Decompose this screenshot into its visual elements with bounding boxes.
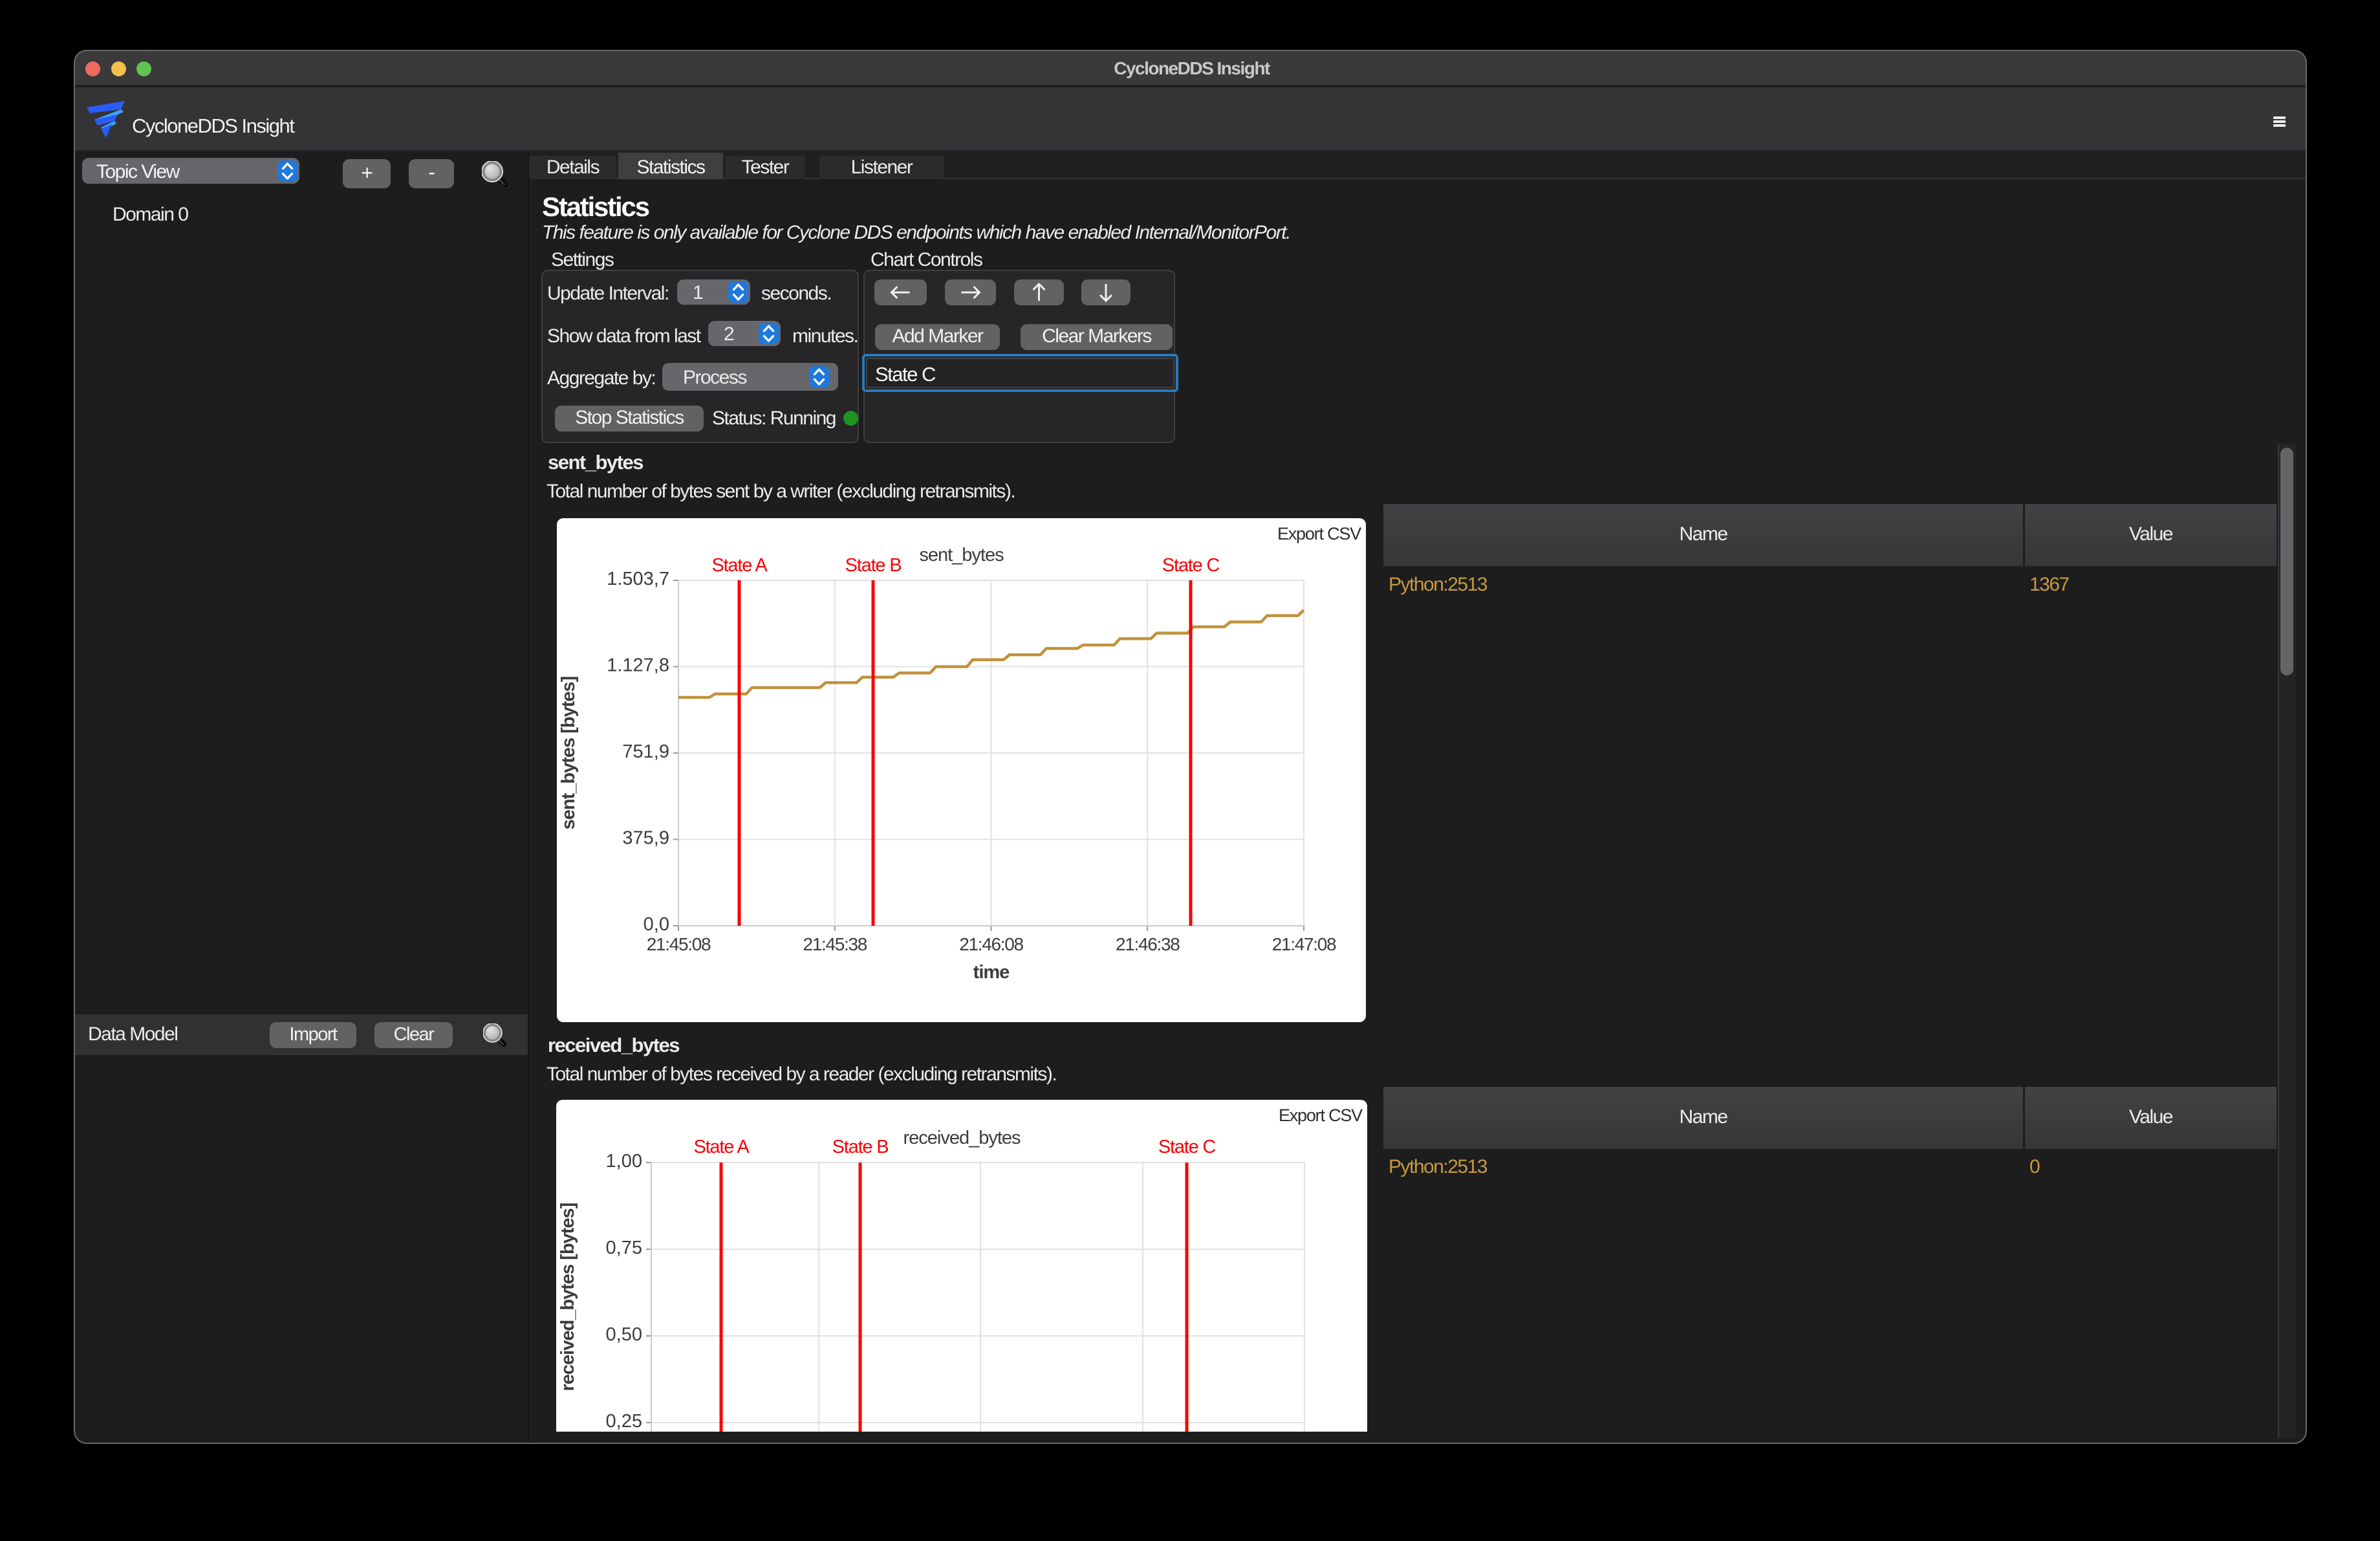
svg-text:State C: State C: [1162, 555, 1220, 576]
svg-text:0,50: 0,50: [606, 1324, 642, 1345]
svg-text:sent_bytes: sent_bytes: [919, 545, 1004, 565]
svg-text:21:47:08: 21:47:08: [1272, 934, 1336, 954]
svg-text:received_bytes: received_bytes: [903, 1128, 1021, 1148]
svg-text:1.127,8: 1.127,8: [607, 655, 669, 676]
svg-text:21:45:08: 21:45:08: [647, 934, 711, 954]
svg-text:21:46:08: 21:46:08: [959, 934, 1023, 954]
svg-text:sent_bytes [bytes]: sent_bytes [bytes]: [558, 676, 579, 829]
svg-text:0,25: 0,25: [606, 1411, 642, 1432]
svg-text:State B: State B: [832, 1137, 889, 1157]
svg-text:0,0: 0,0: [644, 914, 669, 935]
svg-text:Export CSV: Export CSV: [1279, 1106, 1363, 1125]
svg-text:Export CSV: Export CSV: [1277, 524, 1361, 543]
svg-text:0,75: 0,75: [606, 1238, 642, 1258]
svg-text:1.503,7: 1.503,7: [607, 569, 669, 589]
svg-text:375,9: 375,9: [622, 828, 669, 849]
svg-text:21:46:38: 21:46:38: [1116, 934, 1180, 954]
svg-text:1,00: 1,00: [606, 1151, 642, 1172]
svg-text:21:45:38: 21:45:38: [803, 934, 867, 954]
svg-text:time: time: [973, 962, 1010, 983]
svg-text:State A: State A: [693, 1137, 750, 1157]
svg-text:State B: State B: [845, 555, 902, 576]
svg-text:received_bytes [bytes]: received_bytes [bytes]: [557, 1203, 578, 1391]
svg-text:State C: State C: [1158, 1137, 1216, 1157]
svg-text:751,9: 751,9: [622, 741, 669, 762]
svg-text:State A: State A: [711, 555, 768, 576]
